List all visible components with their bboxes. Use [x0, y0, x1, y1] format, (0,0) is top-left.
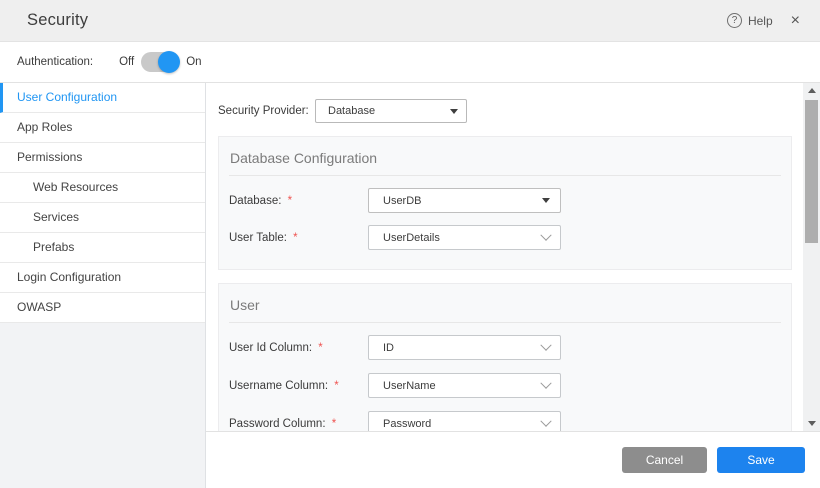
database-label: Database: *: [229, 195, 368, 207]
database-select[interactable]: UserDB: [368, 188, 561, 213]
sidebar-item-login-configuration[interactable]: Login Configuration: [0, 263, 205, 293]
section-title: User: [229, 284, 781, 322]
password-column-select[interactable]: Password: [368, 411, 561, 431]
password-column-label: Password Column: *: [229, 418, 368, 430]
security-provider-value: Database: [328, 105, 375, 117]
caret-down-icon: [542, 198, 550, 203]
triangle-up-icon: [808, 88, 816, 93]
database-configuration-section: Database Configuration Database: * UserD…: [218, 136, 792, 270]
user-id-column-select[interactable]: ID: [368, 335, 561, 360]
help-label: Help: [748, 14, 773, 28]
scroll-up-button[interactable]: [803, 83, 820, 98]
triangle-down-icon: [808, 421, 816, 426]
sidebar-item-owasp[interactable]: OWASP: [0, 293, 205, 323]
save-button[interactable]: Save: [717, 447, 805, 473]
user-section: User User Id Column: * ID: [218, 283, 792, 431]
required-marker: *: [293, 232, 297, 244]
user-id-column-value: ID: [383, 342, 394, 354]
user-id-column-label: User Id Column: *: [229, 342, 368, 354]
user-table-value: UserDetails: [383, 232, 440, 244]
sidebar-item-prefabs[interactable]: Prefabs: [0, 233, 205, 263]
main-panel: Security Provider: Database Database Con…: [206, 83, 820, 488]
dialog-body: User Configuration App Roles Permissions…: [0, 83, 820, 488]
help-button[interactable]: ? Help: [727, 13, 773, 28]
security-provider-select[interactable]: Database: [315, 99, 467, 123]
user-table-label: User Table: *: [229, 232, 368, 244]
sidebar-item-services[interactable]: Services: [0, 203, 205, 233]
database-field-row: Database: * UserDB: [229, 188, 781, 213]
user-id-column-field-row: User Id Column: * ID: [229, 335, 781, 360]
sidebar-item-web-resources[interactable]: Web Resources: [0, 173, 205, 203]
vertical-scrollbar[interactable]: [803, 83, 820, 431]
authentication-label: Authentication:: [17, 56, 93, 68]
header-actions: ? Help ×: [727, 13, 800, 29]
required-marker: *: [318, 342, 322, 354]
username-column-select[interactable]: UserName: [368, 373, 561, 398]
authentication-toggle[interactable]: [141, 52, 179, 72]
security-sidebar: User Configuration App Roles Permissions…: [0, 83, 206, 488]
sidebar-item-user-configuration[interactable]: User Configuration: [0, 83, 205, 113]
caret-down-icon: [450, 109, 458, 114]
toggle-on-label: On: [186, 56, 201, 68]
section-divider: [229, 175, 781, 176]
chevron-down-icon: [540, 339, 551, 350]
username-column-value: UserName: [383, 380, 436, 392]
close-icon[interactable]: ×: [791, 13, 800, 29]
cancel-button[interactable]: Cancel: [622, 447, 707, 473]
security-provider-row: Security Provider: Database: [218, 99, 803, 123]
authentication-row: Authentication: Off On: [0, 42, 820, 83]
scroll-content: Security Provider: Database Database Con…: [206, 83, 803, 431]
help-icon: ?: [727, 13, 742, 28]
user-table-field-row: User Table: * UserDetails: [229, 225, 781, 250]
sidebar-item-app-roles[interactable]: App Roles: [0, 113, 205, 143]
chevron-down-icon: [540, 229, 551, 240]
security-dialog: Security ? Help × Authentication: Off On…: [0, 0, 820, 488]
section-title: Database Configuration: [229, 137, 781, 175]
username-column-field-row: Username Column: * UserName: [229, 373, 781, 398]
user-table-select[interactable]: UserDetails: [368, 225, 561, 250]
scrollbar-thumb[interactable]: [805, 100, 818, 243]
page-title: Security: [27, 11, 88, 30]
sidebar-item-permissions[interactable]: Permissions: [0, 143, 205, 173]
database-value: UserDB: [383, 195, 422, 207]
dialog-footer: Cancel Save: [206, 431, 820, 488]
required-marker: *: [334, 380, 338, 392]
chevron-down-icon: [540, 415, 551, 426]
required-marker: *: [288, 195, 292, 207]
security-provider-label: Security Provider:: [218, 105, 315, 117]
dialog-header: Security ? Help ×: [0, 0, 820, 42]
chevron-down-icon: [540, 377, 551, 388]
password-column-field-row: Password Column: * Password: [229, 411, 781, 431]
username-column-label: Username Column: *: [229, 380, 368, 392]
toggle-off-label: Off: [119, 56, 134, 68]
section-divider: [229, 322, 781, 323]
scroll-down-button[interactable]: [803, 416, 820, 431]
required-marker: *: [332, 418, 336, 430]
password-column-value: Password: [383, 418, 431, 430]
toggle-knob: [158, 51, 180, 73]
